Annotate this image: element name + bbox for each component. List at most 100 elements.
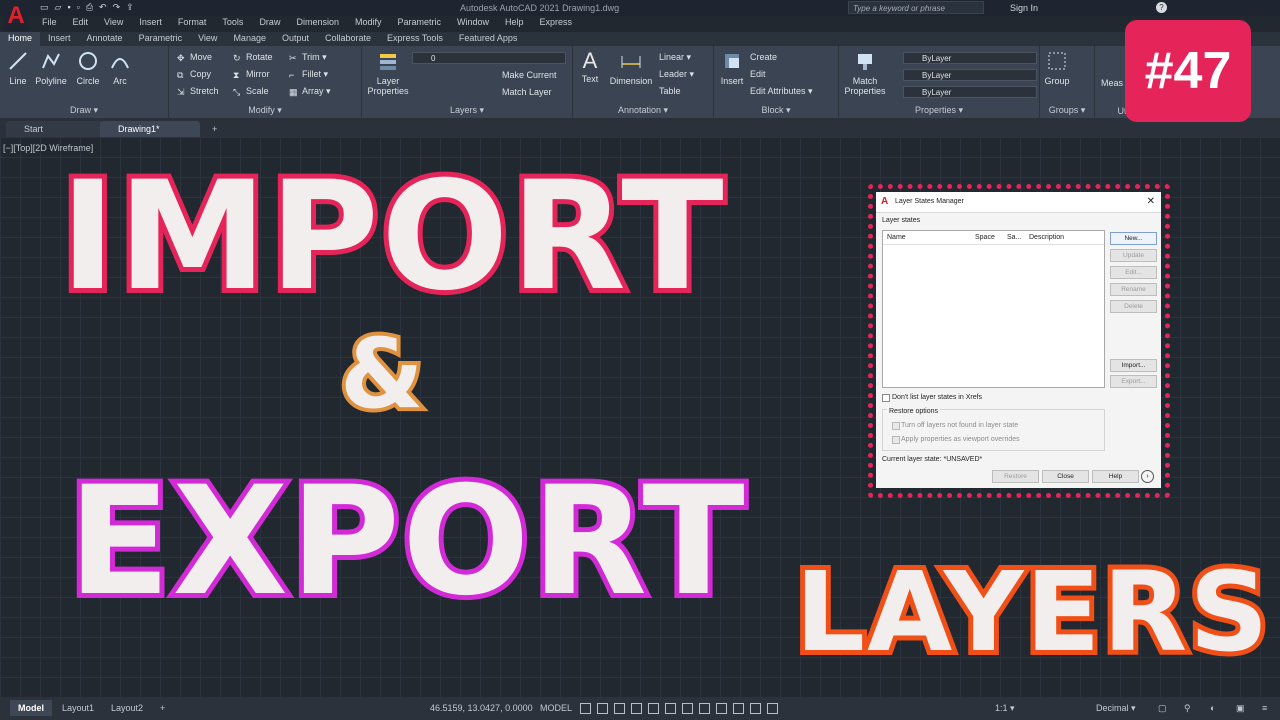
linetype-dropdown[interactable]: ByLayer <box>903 69 1037 81</box>
draw-panel-title[interactable]: Draw ▾ <box>0 105 168 116</box>
open-icon[interactable]: ▱ <box>55 2 62 13</box>
leader-tool[interactable]: Leader ▾ <box>659 69 694 80</box>
line-tool[interactable]: Line <box>6 50 30 86</box>
transparency-icon[interactable] <box>699 703 710 714</box>
tab-layout1[interactable]: Layout1 <box>54 700 102 716</box>
close-button[interactable]: Close <box>1042 470 1089 483</box>
col-name[interactable]: Name <box>887 234 906 241</box>
menu-express[interactable]: Express <box>532 17 581 31</box>
osnap-icon[interactable] <box>648 703 659 714</box>
col-saved[interactable]: Sa... <box>1007 234 1021 241</box>
search-input[interactable]: Type a keyword or phrase <box>848 1 984 14</box>
otrack-icon[interactable] <box>665 703 676 714</box>
save-as-icon[interactable]: ▫ <box>77 2 80 13</box>
tab-annotate[interactable]: Annotate <box>79 32 131 46</box>
menu-modify[interactable]: Modify <box>347 17 390 31</box>
menu-draw[interactable]: Draw <box>251 17 288 31</box>
lineweight-dropdown[interactable]: ByLayer <box>903 86 1037 98</box>
rotate-tool[interactable]: ↻ Rotate <box>233 52 273 63</box>
layers-panel-title[interactable]: Layers ▾ <box>362 105 572 116</box>
new-icon[interactable]: ▭ <box>40 2 49 13</box>
menu-edit[interactable]: Edit <box>65 17 97 31</box>
help-button[interactable]: Help <box>1092 470 1139 483</box>
ortho-icon[interactable] <box>614 703 625 714</box>
quick-properties-icon[interactable]: ▢ <box>1150 700 1175 716</box>
menu-view[interactable]: View <box>96 17 131 31</box>
tab-parametric[interactable]: Parametric <box>131 32 191 46</box>
tab-featured-apps[interactable]: Featured Apps <box>451 32 526 46</box>
restore-button[interactable]: Restore <box>992 470 1039 483</box>
polyline-tool[interactable]: Polyline <box>34 50 68 86</box>
col-description[interactable]: Description <box>1029 234 1064 241</box>
arc-tool[interactable]: Arc <box>108 50 132 86</box>
scale-tool[interactable]: ⤡ Scale <box>233 86 269 97</box>
more-options-icon[interactable]: › <box>1141 470 1154 483</box>
isolate-objects-icon[interactable]: ◐ <box>1202 700 1223 716</box>
tab-layout2[interactable]: Layout2 <box>103 700 151 716</box>
menu-dimension[interactable]: Dimension <box>288 17 347 31</box>
mirror-tool[interactable]: ⧗ Mirror <box>233 69 270 80</box>
edit-button[interactable]: Edit... <box>1110 266 1157 279</box>
edit-attributes-tool[interactable]: Edit Attributes ▾ <box>750 86 813 97</box>
annotation-panel-title[interactable]: Annotation ▾ <box>573 105 713 116</box>
dimension-tool[interactable]: Dimension <box>607 50 655 86</box>
layer-dropdown[interactable]: 0 <box>412 52 566 64</box>
turn-off-checkbox[interactable] <box>892 422 900 430</box>
menu-insert[interactable]: Insert <box>131 17 170 31</box>
fillet-tool[interactable]: ⌐ Fillet ▾ <box>289 69 328 80</box>
help-icon[interactable]: ? <box>1156 2 1167 13</box>
apply-props-checkbox[interactable] <box>892 436 900 444</box>
annotation-scale[interactable]: 1:1 ▾ <box>987 700 1023 716</box>
array-tool[interactable]: ▦ Array ▾ <box>289 86 331 97</box>
modify-panel-title[interactable]: Modify ▾ <box>169 105 361 116</box>
col-space[interactable]: Space <box>975 234 995 241</box>
stretch-tool[interactable]: ⇲ Stretch <box>177 86 219 97</box>
match-properties-tool[interactable]: Match Properties <box>843 50 887 96</box>
menu-parametric[interactable]: Parametric <box>390 17 450 31</box>
insert-tool[interactable]: Insert <box>718 50 746 86</box>
customization-icon[interactable]: ≡ <box>1254 700 1275 716</box>
auto-scale-icon[interactable] <box>767 703 778 714</box>
tab-express-tools[interactable]: Express Tools <box>379 32 451 46</box>
3d-osnap-icon[interactable] <box>733 703 744 714</box>
annotation-visibility-icon[interactable] <box>750 703 761 714</box>
match-layer-tool[interactable]: Match Layer <box>502 87 552 97</box>
move-tool[interactable]: ✥ Move <box>177 52 212 63</box>
clean-screen-icon[interactable]: ▣ <box>1228 700 1253 716</box>
model-space-toggle[interactable]: MODEL <box>532 700 580 716</box>
lock-ui-icon[interactable]: ⚲ <box>1176 700 1199 716</box>
block-panel-title[interactable]: Block ▾ <box>714 105 838 116</box>
print-icon[interactable]: ⎙ <box>86 2 93 13</box>
create-block-tool[interactable]: Create <box>750 52 777 62</box>
group-tool[interactable]: Group <box>1042 50 1072 86</box>
close-icon[interactable]: ✕ <box>1147 196 1155 207</box>
new-button[interactable]: New... <box>1110 232 1157 245</box>
polar-icon[interactable] <box>631 703 642 714</box>
circle-tool[interactable]: Circle <box>74 50 102 86</box>
color-dropdown[interactable]: ByLayer <box>903 52 1037 64</box>
layer-properties-tool[interactable]: Layer Properties <box>366 50 410 96</box>
menu-tools[interactable]: Tools <box>214 17 251 31</box>
menu-window[interactable]: Window <box>449 17 497 31</box>
lineweight-icon[interactable] <box>682 703 693 714</box>
linear-tool[interactable]: Linear ▾ <box>659 52 691 63</box>
groups-panel-title[interactable]: Groups ▾ <box>1040 105 1094 116</box>
menu-help[interactable]: Help <box>497 17 532 31</box>
tab-manage[interactable]: Manage <box>225 32 274 46</box>
snap-icon[interactable] <box>597 703 608 714</box>
measure-tool[interactable]: Meas <box>1101 78 1123 88</box>
rename-button[interactable]: Rename <box>1110 283 1157 296</box>
export-button[interactable]: Export... <box>1110 375 1157 388</box>
tab-collaborate[interactable]: Collaborate <box>317 32 379 46</box>
units-selector[interactable]: Decimal ▾ <box>1088 700 1144 716</box>
tab-start[interactable]: Start <box>6 121 102 137</box>
text-tool[interactable]: A Text <box>577 50 603 85</box>
grid-icon[interactable] <box>580 703 591 714</box>
tab-output[interactable]: Output <box>274 32 317 46</box>
trim-tool[interactable]: ✂ Trim ▾ <box>289 52 327 63</box>
share-icon[interactable]: ⇪ <box>126 2 134 13</box>
menu-format[interactable]: Format <box>170 17 215 31</box>
dont-list-checkbox[interactable] <box>882 394 890 402</box>
add-layout-button[interactable]: + <box>152 700 173 716</box>
copy-tool[interactable]: ⧉ Copy <box>177 69 211 80</box>
